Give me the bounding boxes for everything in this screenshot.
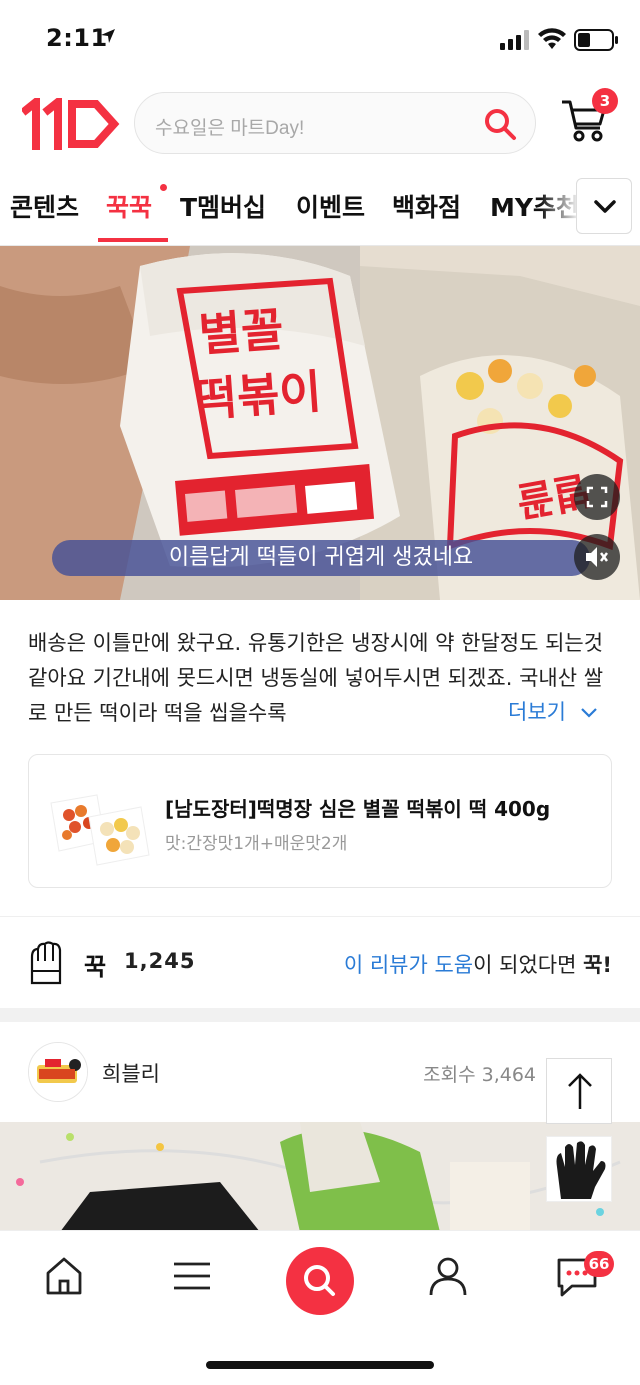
video-subtitle: 이름답게 떡들이 귀엽게 생겼네요 (52, 540, 590, 576)
svg-text:별꼴: 별꼴 (197, 302, 285, 362)
profile-icon[interactable] (428, 1255, 468, 1297)
review-video[interactable]: 별꼴 떡볶이 별꼴 이름답게 떡들이 귀엽게 생겼네요 (0, 246, 640, 600)
home-indicator (206, 1361, 434, 1369)
review-fade (420, 696, 504, 730)
location-arrow-icon (101, 29, 115, 43)
product-card[interactable]: [남도장터]떡명장 심은 별꼴 떡볶이 떡 400g 맛:간장맛1개+매운맛2개 (28, 754, 612, 888)
arrow-up-icon (568, 1073, 592, 1109)
help-suffix: 꾹! (583, 953, 612, 977)
tab-t-membership[interactable]: T멤버십 (180, 188, 266, 224)
menu-icon[interactable] (172, 1255, 212, 1297)
search-placeholder: 수요일은 마트Day! (155, 118, 305, 139)
tab-fade (540, 172, 580, 244)
app-header: 수요일은 마트Day! 3 (0, 88, 640, 160)
cellular-signal-icon (500, 30, 529, 50)
next-post-header[interactable]: 희블리 조회수 3,464 (0, 1022, 640, 1122)
avatar-image (29, 1043, 87, 1101)
next-post-photo (0, 1122, 640, 1232)
read-more-label: 더보기 (508, 700, 566, 724)
tab-expand-button[interactable] (576, 178, 632, 234)
search-icon[interactable] (483, 107, 517, 141)
read-more-button[interactable]: 더보기 (500, 696, 599, 726)
svg-text:떡볶이: 떡볶이 (193, 364, 323, 427)
fullscreen-button[interactable] (574, 474, 620, 520)
fullscreen-icon (586, 486, 608, 508)
scroll-to-top-button[interactable] (546, 1058, 612, 1124)
search-input[interactable]: 수요일은 마트Day! (134, 92, 536, 154)
cart-count-badge: 3 (592, 88, 618, 114)
status-bar: 2:11 (0, 0, 640, 80)
product-title: [남도장터]떡명장 심은 별꼴 떡볶이 떡 400g (165, 797, 551, 821)
product-option: 맛:간장맛1개+매운맛2개 (165, 834, 348, 854)
product-thumbnail (50, 794, 150, 866)
help-middle: 이 되었다면 (473, 953, 584, 977)
chevron-down-icon (594, 200, 616, 213)
category-tabs: 콘텐츠 꾹꾹 T멤버십 이벤트 백화점 MY추천 (0, 172, 640, 246)
hand-press-icon[interactable] (26, 939, 66, 985)
avatar[interactable] (28, 1042, 88, 1102)
glove-image (556, 1141, 606, 1199)
kkuk-count: 1,245 (124, 949, 196, 973)
tab-event[interactable]: 이벤트 (296, 188, 365, 224)
mute-button[interactable] (574, 534, 620, 580)
section-separator (0, 1008, 640, 1022)
battery-icon (574, 29, 618, 51)
search-icon (304, 1265, 335, 1296)
glove-thumbnail (546, 1136, 612, 1202)
author-name: 희블리 (102, 1062, 160, 1086)
kkuk-label: 꾹 (84, 953, 107, 981)
new-dot (160, 184, 167, 191)
chevron-down-icon (580, 708, 597, 718)
tab-kkukkkuk[interactable]: 꾹꾹 (106, 188, 152, 224)
tab-department-store[interactable]: 백화점 (392, 188, 461, 224)
nav-search-button[interactable] (286, 1247, 354, 1315)
status-time: 2:11 (46, 24, 108, 52)
tab-contents[interactable]: 콘텐츠 (10, 188, 79, 224)
speaker-muted-icon (586, 547, 608, 567)
help-prefix: 이 리뷰가 도움 (343, 953, 474, 977)
view-count: 조회수 3,464 (423, 1064, 536, 1086)
wifi-icon (538, 28, 566, 49)
11st-logo[interactable] (22, 98, 120, 150)
home-icon[interactable] (44, 1255, 84, 1297)
next-post-image[interactable] (0, 1122, 640, 1232)
bottom-navigation: 66 (0, 1230, 640, 1385)
chat-count-badge: 66 (584, 1251, 614, 1277)
kkuk-help-text: 이 리뷰가 도움이 되었다면 꾹! (344, 949, 612, 979)
kkuk-bar: 꾹 1,245 이 리뷰가 도움이 되었다면 꾹! (0, 916, 640, 1008)
active-tab-indicator (98, 238, 168, 242)
